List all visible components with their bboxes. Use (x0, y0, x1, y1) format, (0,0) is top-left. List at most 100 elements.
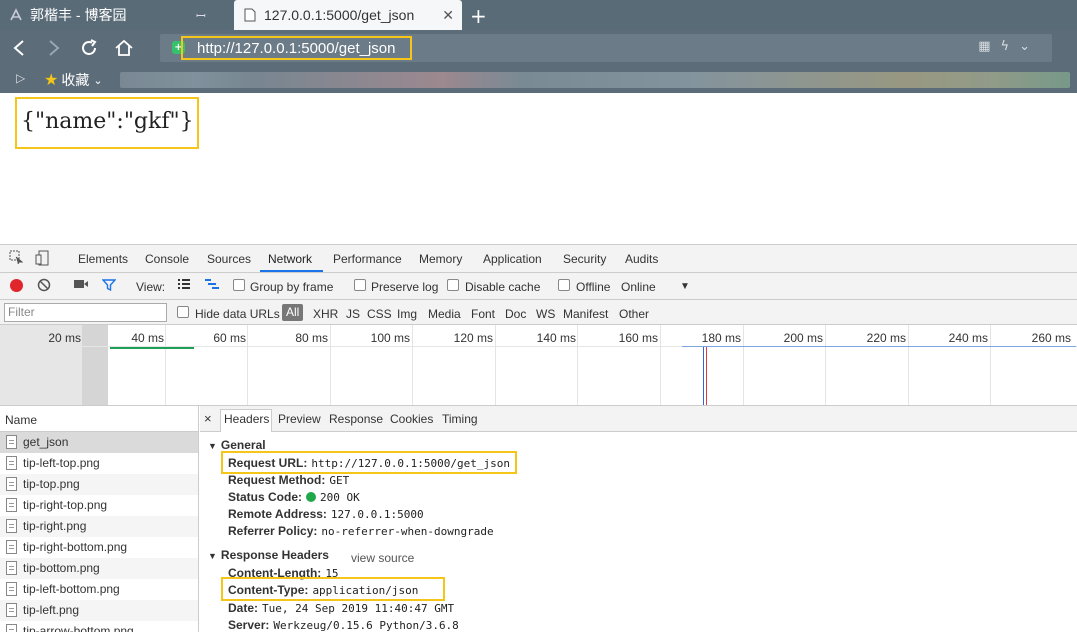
network-overview-timeline[interactable]: 20 ms 40 ms 60 ms 80 ms 100 ms 120 ms 14… (0, 325, 1077, 406)
expand-triangle-icon: ▼ (208, 551, 217, 561)
tick-label: 80 ms (295, 331, 328, 345)
large-rows-icon[interactable] (176, 278, 192, 294)
tab-security[interactable]: Security (563, 252, 606, 266)
disable-cache-checkbox[interactable] (447, 279, 459, 291)
request-method-value: GET (329, 474, 350, 487)
browser-tab-get-json[interactable]: 127.0.0.1:5000/get_json ✕ (234, 0, 462, 30)
new-tab-button[interactable]: + (470, 4, 487, 28)
filter-type-doc[interactable]: Doc (505, 307, 526, 321)
image-file-icon (6, 477, 17, 491)
tab-network[interactable]: Network (268, 252, 312, 266)
url-text[interactable]: http://127.0.0.1:5000/get_json (181, 36, 412, 60)
forward-icon[interactable] (43, 37, 65, 59)
home-icon[interactable] (113, 37, 135, 59)
page-favicon-icon (242, 7, 258, 23)
request-name: tip-arrow-bottom.png (23, 624, 134, 632)
throttling-select[interactable]: Online (621, 280, 656, 294)
close-tab-icon[interactable]: ✕ (442, 7, 454, 24)
filter-type-css[interactable]: CSS (367, 307, 392, 321)
request-row[interactable]: tip-right.png (0, 516, 198, 537)
filter-type-manifest[interactable]: Manifest (563, 307, 608, 321)
request-url-label: Request URL: (228, 456, 308, 470)
date-value: Tue, 24 Sep 2019 11:40:47 GMT (262, 602, 455, 615)
tab-headers[interactable]: Headers (224, 412, 269, 426)
general-section-toggle[interactable]: ▼ General (208, 438, 266, 452)
requests-column-header[interactable]: Name (0, 406, 199, 432)
filter-type-ws[interactable]: WS (536, 307, 555, 321)
hide-data-urls-checkbox[interactable] (177, 306, 189, 318)
tick-label: 40 ms (131, 331, 164, 345)
tab-timing[interactable]: Timing (442, 412, 478, 426)
address-bar[interactable]: + http://127.0.0.1:5000/get_json ▦ϟ⌄ (160, 34, 1052, 62)
request-row[interactable]: tip-arrow-bottom.png (0, 621, 198, 632)
network-toolbar: View: Group by frame Preserve log Disabl… (0, 273, 1077, 300)
group-by-frame-checkbox[interactable] (233, 279, 245, 291)
filter-type-xhr[interactable]: XHR (313, 307, 338, 321)
tick-label: 120 ms (453, 331, 493, 345)
filter-type-font[interactable]: Font (471, 307, 495, 321)
throttling-dropdown-icon[interactable]: ▼ (680, 281, 690, 292)
request-row[interactable]: tip-bottom.png (0, 558, 198, 579)
video-camera-icon[interactable] (73, 278, 89, 294)
expand-triangle-icon: ▼ (208, 441, 217, 451)
waterfall-icon[interactable] (204, 278, 220, 294)
tab-memory[interactable]: Memory (419, 252, 462, 266)
filter-bar: Filter Hide data URLs All XHR JS CSS Img… (0, 300, 1077, 325)
favorites-button[interactable]: ★ 收藏 ⌄ (44, 70, 103, 90)
tick-label: 160 ms (618, 331, 658, 345)
tab-response[interactable]: Response (329, 412, 383, 426)
mute-icon[interactable]: ꟷ (196, 7, 206, 24)
preserve-log-label: Preserve log (371, 280, 439, 294)
close-detail-icon[interactable]: × (204, 411, 212, 426)
device-toolbar-icon[interactable] (34, 250, 50, 266)
inspect-element-icon[interactable] (8, 250, 24, 266)
filter-type-js[interactable]: JS (346, 307, 360, 321)
browser-tab-blog[interactable]: 郭楷丰 - 博客园 ꟷ (0, 0, 230, 30)
date-label: Date: (228, 601, 259, 615)
grid-line (825, 325, 826, 405)
sidebar-toggle-icon[interactable]: ▷ (16, 71, 25, 85)
tab-application[interactable]: Application (483, 252, 542, 266)
tab-sources[interactable]: Sources (207, 252, 251, 266)
offline-checkbox[interactable] (558, 279, 570, 291)
filter-type-all[interactable]: All (282, 304, 304, 321)
filter-type-other[interactable]: Other (619, 307, 649, 321)
request-method-label: Request Method: (228, 473, 326, 487)
browser-tab-bar: 郭楷丰 - 博客园 ꟷ 127.0.0.1:5000/get_json ✕ + (0, 0, 1077, 30)
tab-cookies[interactable]: Cookies (390, 412, 433, 426)
grid-line (247, 325, 248, 405)
devtools-panel: Elements Console Sources Network Perform… (0, 244, 1077, 632)
reload-icon[interactable] (78, 37, 100, 59)
request-row[interactable]: tip-left-bottom.png (0, 579, 198, 600)
back-icon[interactable] (8, 37, 30, 59)
preserve-log-checkbox[interactable] (354, 279, 366, 291)
request-timing-bar (110, 347, 194, 349)
disable-cache-label: Disable cache (465, 280, 541, 294)
record-button[interactable] (10, 279, 23, 292)
filter-input[interactable]: Filter (4, 303, 167, 322)
clear-icon[interactable] (36, 278, 52, 294)
blurred-bookmarks (120, 72, 1070, 88)
tab-audits[interactable]: Audits (625, 252, 658, 266)
tab-performance[interactable]: Performance (333, 252, 402, 266)
filter-type-media[interactable]: Media (428, 307, 461, 321)
request-row[interactable]: tip-right-top.png (0, 495, 198, 516)
tab-elements[interactable]: Elements (78, 252, 128, 266)
filter-icon[interactable] (101, 278, 117, 294)
server-label: Server: (228, 618, 270, 632)
request-row[interactable]: tip-top.png (0, 474, 198, 495)
tab-console[interactable]: Console (145, 252, 189, 266)
image-file-icon (6, 561, 17, 575)
request-row[interactable]: tip-left-top.png (0, 453, 198, 474)
grid-line (908, 325, 909, 405)
tab-preview[interactable]: Preview (278, 412, 321, 426)
request-row[interactable]: tip-right-bottom.png (0, 537, 198, 558)
request-row[interactable]: tip-left.png (0, 600, 198, 621)
address-bar-tools-icon[interactable]: ▦ϟ⌄ (978, 39, 1040, 54)
response-headers-toggle[interactable]: ▼ Response Headers (208, 548, 329, 562)
grid-line (990, 325, 991, 405)
request-row-get-json[interactable]: get_json (0, 432, 198, 453)
filter-type-img[interactable]: Img (397, 307, 417, 321)
view-source-link[interactable]: view source (351, 551, 414, 565)
image-file-icon (6, 456, 17, 470)
